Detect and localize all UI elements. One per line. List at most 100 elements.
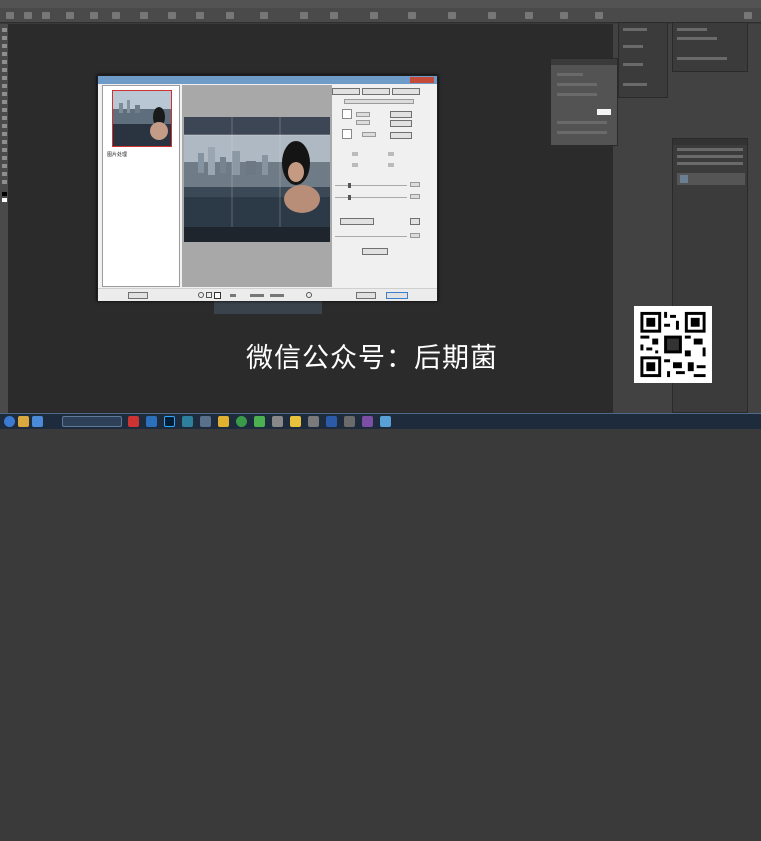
slider-thumb[interactable] <box>348 183 351 188</box>
blend-mode-row[interactable] <box>677 155 743 158</box>
slider-track[interactable] <box>335 236 407 237</box>
app-icon[interactable] <box>362 416 373 427</box>
slider-thumb[interactable] <box>348 195 351 200</box>
folder-icon[interactable] <box>218 416 229 427</box>
history-item[interactable] <box>623 28 647 31</box>
history-brush-icon[interactable] <box>2 100 7 104</box>
history-item[interactable] <box>623 45 643 48</box>
zoom-tool-icon[interactable] <box>2 180 7 184</box>
option-icon[interactable] <box>560 12 568 19</box>
quick-select-tool-icon[interactable] <box>2 52 7 56</box>
type-tool-icon[interactable] <box>2 148 7 152</box>
app-icon[interactable] <box>344 416 355 427</box>
option-icon[interactable] <box>595 12 603 19</box>
image-thumbnail[interactable] <box>112 90 172 147</box>
app-icon[interactable] <box>182 416 193 427</box>
tab-button[interactable] <box>392 88 420 95</box>
layer-row[interactable] <box>677 173 745 185</box>
foreground-color-swatch[interactable] <box>2 192 7 196</box>
app-icon[interactable] <box>290 416 301 427</box>
gradient-tool-icon[interactable] <box>2 116 7 120</box>
hand-icon[interactable] <box>206 292 212 298</box>
menu-bar[interactable] <box>0 0 761 8</box>
app-icon[interactable] <box>308 416 319 427</box>
slider-value-field[interactable] <box>410 182 420 187</box>
brush-tool-icon[interactable] <box>2 84 7 88</box>
view-option[interactable] <box>270 294 284 297</box>
color-swatch[interactable] <box>597 109 611 115</box>
option-button[interactable] <box>390 111 412 118</box>
photoshop-icon[interactable] <box>164 416 175 427</box>
adjustments-tabbar[interactable] <box>551 59 617 65</box>
history-item[interactable] <box>623 83 647 86</box>
option-icon[interactable] <box>90 12 98 19</box>
adjustment-row[interactable] <box>557 121 607 124</box>
workspace-switcher-icon[interactable] <box>744 12 752 19</box>
option-icon[interactable] <box>330 12 338 19</box>
close-button[interactable] <box>410 77 434 83</box>
tab-button[interactable] <box>332 88 360 95</box>
action-button[interactable] <box>362 248 388 255</box>
slider-value-field[interactable] <box>410 194 420 199</box>
option-icon[interactable] <box>66 12 74 19</box>
option-icon[interactable] <box>226 12 234 19</box>
stamp-tool-icon[interactable] <box>2 92 7 96</box>
option-icon[interactable] <box>260 12 268 19</box>
eyedropper-tool-icon[interactable] <box>2 68 7 72</box>
slider-track[interactable] <box>335 197 407 198</box>
app-icon[interactable] <box>128 416 139 427</box>
footer-left-button[interactable] <box>128 292 148 299</box>
lock-row[interactable] <box>677 162 743 165</box>
preview-icon[interactable] <box>342 129 352 139</box>
eraser-tool-icon[interactable] <box>2 108 7 112</box>
option-icon[interactable] <box>408 12 416 19</box>
slider-value-field[interactable] <box>410 233 420 238</box>
small-button[interactable] <box>410 218 420 225</box>
app-icon[interactable] <box>272 416 283 427</box>
system-tray[interactable] <box>675 829 759 841</box>
image-preview-area[interactable] <box>182 85 332 287</box>
option-icon[interactable] <box>370 12 378 19</box>
preview-icon[interactable] <box>342 109 352 119</box>
healing-tool-icon[interactable] <box>2 76 7 80</box>
marquee-tool-icon[interactable] <box>2 36 7 40</box>
dropdown-button[interactable] <box>340 218 374 225</box>
cancel-button[interactable] <box>386 292 408 299</box>
move-tool-icon[interactable] <box>2 28 7 32</box>
tab-button[interactable] <box>362 88 390 95</box>
pen-tool-icon[interactable] <box>2 140 7 144</box>
lasso-tool-icon[interactable] <box>2 44 7 48</box>
layers-tabbar[interactable] <box>673 139 747 145</box>
option-icon[interactable] <box>448 12 456 19</box>
zoom-icon[interactable] <box>198 292 204 298</box>
zoom-dropdown[interactable] <box>250 294 264 297</box>
preset-dropdown[interactable] <box>344 99 414 104</box>
option-icon[interactable] <box>140 12 148 19</box>
tool-preset-icon[interactable] <box>6 12 14 19</box>
dialog-titlebar[interactable] <box>98 76 437 84</box>
file-explorer-icon[interactable] <box>18 416 29 427</box>
option-icon[interactable] <box>300 12 308 19</box>
option-icon[interactable] <box>488 12 496 19</box>
crop-tool-icon[interactable] <box>2 60 7 64</box>
option-icon[interactable] <box>24 12 32 19</box>
option-icon[interactable] <box>196 12 204 19</box>
value-field[interactable] <box>356 120 370 125</box>
option-button[interactable] <box>390 132 412 139</box>
option-icon[interactable] <box>525 12 533 19</box>
ok-button[interactable] <box>356 292 376 299</box>
adjustment-row[interactable] <box>557 83 597 86</box>
path-select-tool-icon[interactable] <box>2 156 7 160</box>
background-color-swatch[interactable] <box>2 198 7 202</box>
app-icon[interactable] <box>200 416 211 427</box>
help-icon[interactable] <box>306 292 312 298</box>
crop-icon[interactable] <box>214 292 221 299</box>
hand-tool-icon[interactable] <box>2 172 7 176</box>
app-icon[interactable] <box>146 416 157 427</box>
option-icon[interactable] <box>112 12 120 19</box>
layers-filter-row[interactable] <box>677 148 743 151</box>
slider-track[interactable] <box>335 185 407 186</box>
shape-tool-icon[interactable] <box>2 164 7 168</box>
history-item[interactable] <box>623 63 643 66</box>
zoom-field[interactable] <box>230 294 236 297</box>
